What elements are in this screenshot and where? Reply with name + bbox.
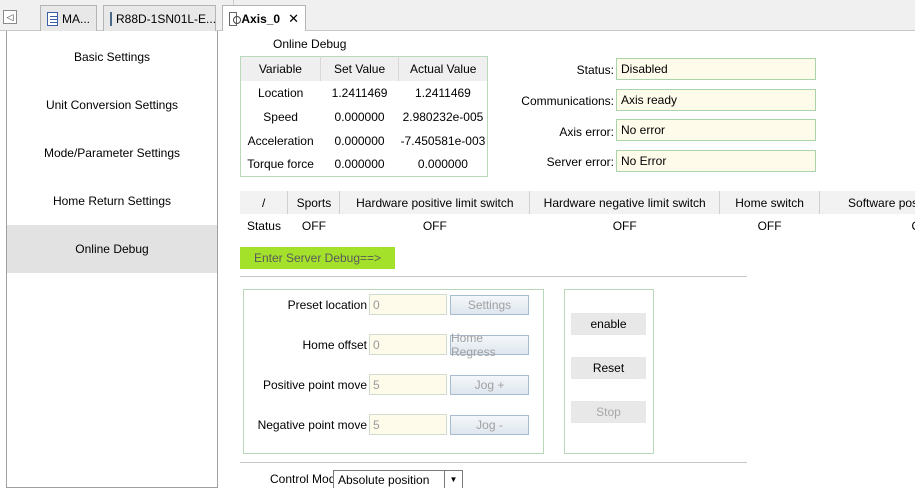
variable-name: Speed [263, 109, 298, 124]
positive-point-move-label: Positive point move [262, 378, 367, 392]
tab-ma[interactable]: MA... [40, 5, 97, 31]
switch-value: OFF [301, 218, 326, 233]
switch-status-table: / Sports Hardware positive limit switch … [240, 191, 915, 237]
tab-label: R88D-1SN01L-E... [116, 11, 216, 26]
column-header: Hardware negative limit switch [529, 191, 721, 214]
document-tab-strip: ◁ MA... R88D-1SN01L-E... Axis_0 ✕ [0, 0, 915, 32]
server-error-field: No Error [616, 150, 816, 172]
set-value: 0.000000 [334, 109, 385, 124]
actual-value: -7.450581e-003 [400, 133, 486, 148]
communications-field: Axis ready [616, 89, 816, 111]
control-mode-select[interactable]: Absolute position ▼ [333, 470, 463, 488]
negative-point-move-input[interactable]: 5 [369, 414, 447, 435]
set-value: 0.000000 [334, 133, 385, 148]
communications-label: Communications: [521, 94, 614, 108]
tab-r88d-device[interactable]: R88D-1SN01L-E... [103, 5, 216, 31]
close-icon[interactable]: ✕ [288, 11, 299, 27]
nav-item-unit-conversion[interactable]: Unit Conversion Settings [7, 81, 217, 129]
tab-scroll-left-button[interactable]: ◁ [3, 10, 17, 24]
home-offset-label: Home offset [302, 338, 367, 352]
set-value: 0.000000 [334, 157, 385, 172]
enable-button[interactable]: enable [571, 313, 646, 335]
column-header: Variable [240, 56, 321, 81]
nav-item-home-return[interactable]: Home Return Settings [7, 177, 217, 225]
nav-item-label: Basic Settings [73, 50, 151, 64]
column-header: Set Value [320, 56, 400, 81]
tab-label: MA... [61, 11, 90, 26]
variable-name: Location [257, 85, 304, 100]
status-label: Status: [576, 63, 614, 77]
table-header-row: / Sports Hardware positive limit switch … [240, 191, 915, 214]
column-header: Software posit [819, 191, 915, 214]
control-mode-label: Control Mode [270, 472, 343, 486]
table-row: Speed 0.000000 2.980232e-005 [241, 105, 488, 129]
table-row: Status OFF OFF OFF OFF O [240, 214, 915, 237]
axis-error-label: Axis error: [559, 125, 614, 139]
table-row: Acceleration 0.000000 -7.450581e-003 [241, 129, 488, 153]
nav-item-basic-settings[interactable]: Basic Settings [7, 33, 217, 81]
nav-item-label: Mode/Parameter Settings [43, 146, 181, 160]
online-debug-page: Online Debug Variable Set Value Actual V… [219, 31, 915, 488]
divider [240, 276, 747, 277]
home-regress-button[interactable]: Home Regress [450, 331, 529, 359]
positive-point-move-input[interactable]: 5 [369, 374, 447, 395]
motion-control-panel: Preset location 0 Settings Home offset 0… [243, 289, 544, 454]
chevron-down-icon[interactable]: ▼ [444, 471, 462, 488]
switch-value: OFF [757, 218, 782, 233]
switch-value: OFF [422, 218, 447, 233]
stop-button[interactable]: Stop [571, 401, 646, 423]
device-icon [110, 11, 112, 26]
jog-plus-button[interactable]: Jog + [450, 375, 529, 395]
nav-item-mode-parameter[interactable]: Mode/Parameter Settings [7, 129, 217, 177]
axis-error-field: No error [616, 119, 816, 141]
control-mode-value: Absolute position [338, 473, 430, 487]
column-header: / [240, 191, 289, 214]
enter-server-debug-button[interactable]: Enter Server Debug==> [240, 247, 395, 269]
home-offset-input[interactable]: 0 [369, 334, 447, 355]
tab-axis-0[interactable]: Axis_0 ✕ [222, 5, 306, 32]
server-error-label: Server error: [546, 155, 614, 169]
actual-value: 1.2411469 [415, 85, 471, 100]
preset-location-label: Preset location [287, 298, 367, 312]
nav-item-label: Home Return Settings [52, 194, 172, 208]
table-row: Torque force 0.000000 0.000000 [241, 153, 488, 177]
settings-nav-panel: Basic Settings Unit Conversion Settings … [6, 31, 218, 488]
preset-location-input[interactable]: 0 [369, 294, 447, 315]
tab-label: Axis_0 [241, 12, 281, 26]
table-header-row: Variable Set Value Actual Value [240, 56, 488, 81]
nav-item-label: Unit Conversion Settings [45, 98, 179, 112]
document-icon [47, 11, 58, 26]
variable-name: Acceleration [247, 133, 314, 148]
switch-value: O [820, 214, 915, 237]
row-label: Status [246, 218, 281, 233]
column-header: Actual Value [398, 56, 488, 81]
online-debug-title: Online Debug [273, 37, 347, 51]
nav-item-online-debug[interactable]: Online Debug [7, 225, 217, 273]
servo-control-panel: enable Reset Stop [564, 289, 654, 454]
set-value: 1.2411469 [331, 85, 388, 100]
switch-value: OFF [612, 218, 637, 233]
divider [240, 462, 747, 463]
variables-table: Variable Set Value Actual Value Location… [240, 56, 488, 177]
jog-minus-button[interactable]: Jog - [450, 415, 529, 435]
axis-icon [229, 12, 242, 26]
column-header: Sports [287, 191, 341, 214]
actual-value: 2.980232e-005 [402, 109, 484, 124]
table-row: Location 1.2411469 1.2411469 [241, 81, 488, 105]
nav-item-label: Online Debug [75, 242, 149, 256]
column-header: Hardware positive limit switch [339, 191, 531, 214]
actual-value: 0.000000 [417, 157, 468, 172]
variable-name: Torque force [247, 157, 314, 172]
reset-button[interactable]: Reset [571, 357, 646, 379]
column-header: Home switch [719, 191, 821, 214]
negative-point-move-label: Negative point move [257, 418, 367, 432]
settings-button[interactable]: Settings [450, 295, 529, 315]
status-field: Disabled [616, 58, 816, 80]
